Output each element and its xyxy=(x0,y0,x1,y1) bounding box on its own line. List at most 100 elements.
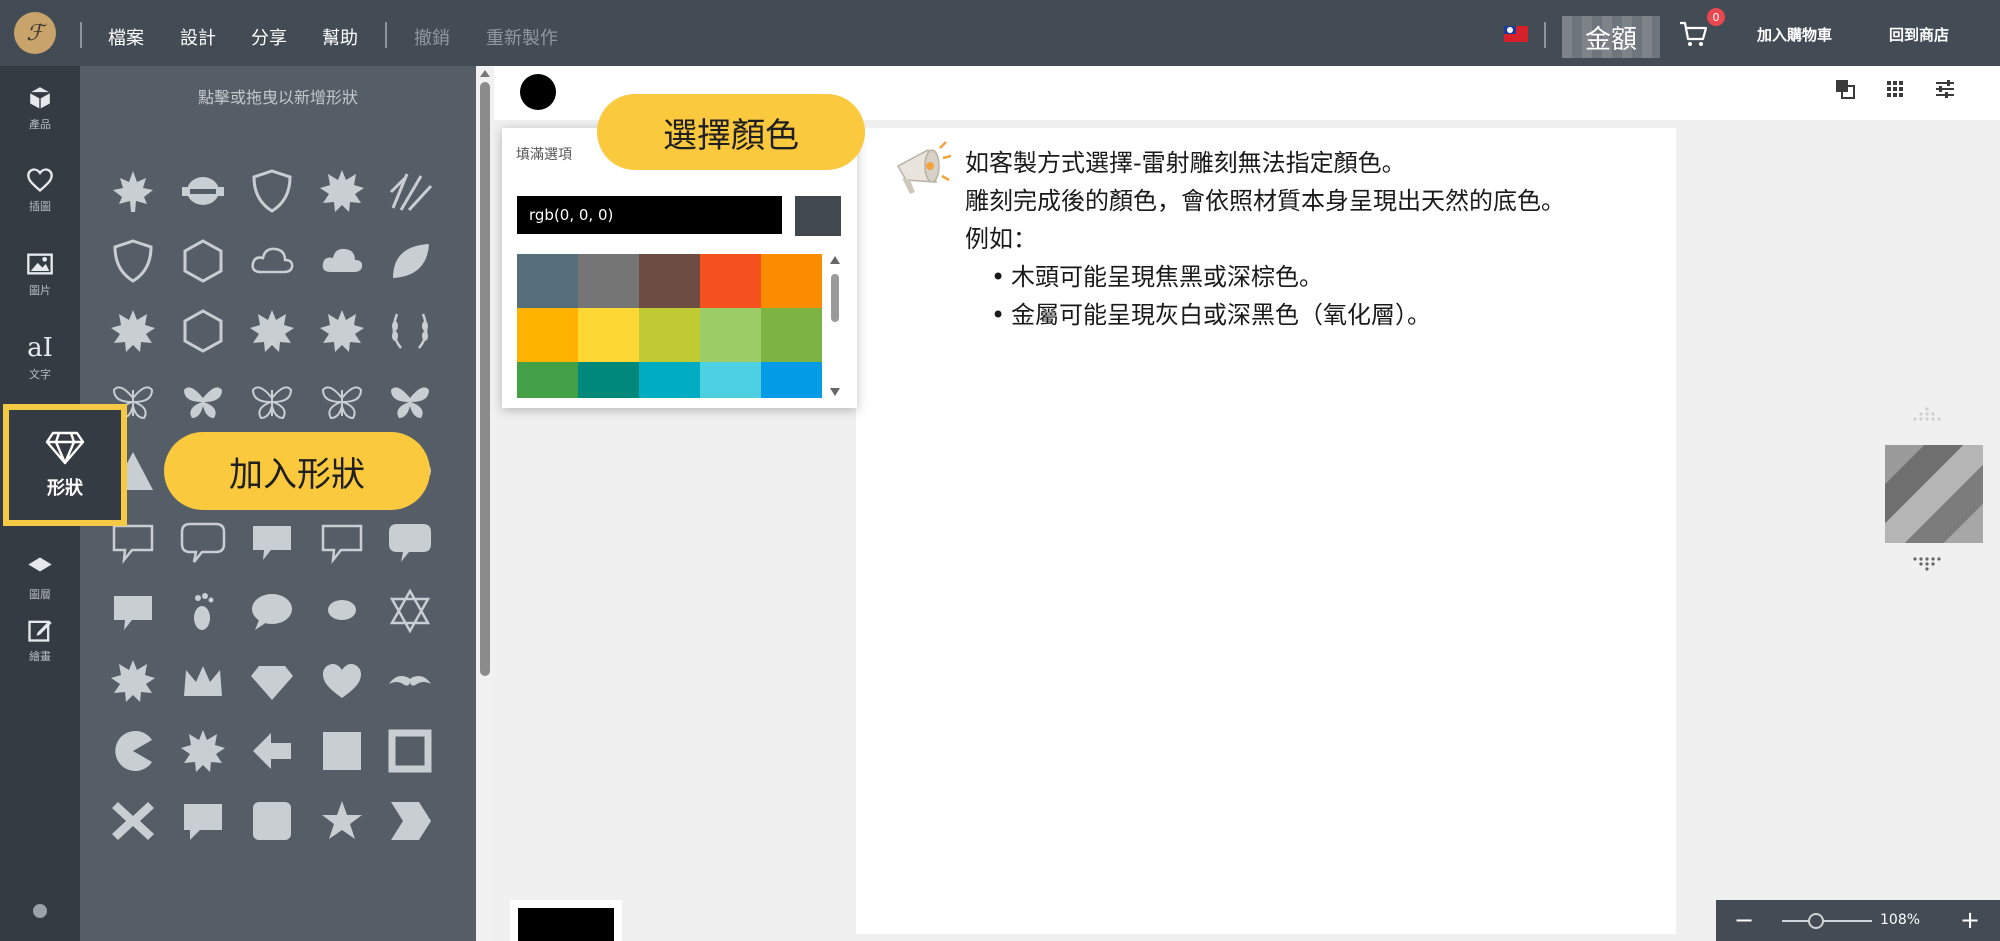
butterfly-side-icon[interactable] xyxy=(176,374,230,428)
grid-icon[interactable] xyxy=(1884,78,1906,100)
layers-icon xyxy=(28,557,52,572)
square-icon[interactable] xyxy=(315,724,369,778)
speech-rect-outline-icon[interactable] xyxy=(315,514,369,568)
maple-leaf-icon[interactable] xyxy=(106,164,160,218)
palette-swatch[interactable] xyxy=(578,362,639,398)
palette-swatch[interactable] xyxy=(517,308,578,362)
square-frame-icon[interactable] xyxy=(383,724,437,778)
rail-item-shapes-active[interactable]: 形狀 xyxy=(3,404,127,526)
fill-color-swatch[interactable] xyxy=(520,74,556,110)
panel-scrollbar[interactable] xyxy=(476,66,494,941)
drag-handle-icon[interactable] xyxy=(1909,556,1945,572)
palette-swatch[interactable] xyxy=(639,362,700,398)
menu-file[interactable]: 檔案 xyxy=(108,24,144,50)
rail-item-product[interactable]: 產品 xyxy=(0,70,80,146)
horse-shield-icon[interactable] xyxy=(106,234,160,288)
rail-item-illustration[interactable]: 插圖 xyxy=(0,152,80,228)
seal-icon[interactable] xyxy=(106,654,160,708)
zoom-in-button[interactable]: + xyxy=(1960,906,1980,934)
menu-help[interactable]: 幫助 xyxy=(322,24,358,50)
palette-swatch[interactable] xyxy=(761,308,822,362)
cloud-outline-icon[interactable] xyxy=(245,234,299,288)
drag-handle-icon[interactable] xyxy=(1909,406,1945,422)
undo-button[interactable]: 撤銷 xyxy=(414,24,450,50)
add-to-cart-button[interactable]: 加入購物車 xyxy=(1757,24,1832,45)
footprint-icon[interactable] xyxy=(176,584,230,638)
scrollbar-thumb[interactable] xyxy=(480,82,490,676)
scroll-up-icon[interactable] xyxy=(830,256,840,264)
gear-icon[interactable] xyxy=(315,304,369,358)
chat-small-icon[interactable] xyxy=(315,584,369,638)
speech-square-icon[interactable] xyxy=(106,584,160,638)
palette-swatch[interactable] xyxy=(700,254,761,308)
back-to-store-button[interactable]: 回到商店 xyxy=(1889,24,1949,45)
arrow-left-icon[interactable] xyxy=(245,724,299,778)
star-icon[interactable] xyxy=(315,794,369,848)
palette-swatch[interactable] xyxy=(761,254,822,308)
star-of-david-icon[interactable] xyxy=(383,584,437,638)
hexagon-ring-icon[interactable] xyxy=(176,234,230,288)
palette-swatch[interactable] xyxy=(761,362,822,398)
crown-icon[interactable] xyxy=(176,654,230,708)
diamond-gem-icon[interactable] xyxy=(245,654,299,708)
zoom-out-button[interactable]: − xyxy=(1734,906,1754,934)
menu-design[interactable]: 設計 xyxy=(180,24,216,50)
callout-icon[interactable] xyxy=(176,794,230,848)
panel-hint: 點擊或拖曳以新增形狀 xyxy=(197,88,358,107)
pacman-icon[interactable] xyxy=(106,724,160,778)
text-icon: aI xyxy=(27,333,53,363)
scroll-down-icon[interactable] xyxy=(830,388,840,396)
speech-filled-icon[interactable] xyxy=(383,514,437,568)
palette-swatch[interactable] xyxy=(578,308,639,362)
palette-swatch[interactable] xyxy=(639,308,700,362)
cross-icon[interactable] xyxy=(106,794,160,848)
adjust-sliders-icon[interactable] xyxy=(1934,78,1956,100)
rounded-square-icon[interactable] xyxy=(245,794,299,848)
speech-bubble-icon[interactable] xyxy=(245,514,299,568)
redo-button[interactable]: 重新製作 xyxy=(486,24,558,50)
badge-ribbon-icon[interactable] xyxy=(176,164,230,218)
sun-icon[interactable] xyxy=(315,164,369,218)
butterfly-icon[interactable] xyxy=(245,374,299,428)
cloud-icon[interactable] xyxy=(315,234,369,288)
palette-swatch[interactable] xyxy=(700,362,761,398)
palette-scrollbar[interactable] xyxy=(828,254,842,398)
zoom-slider-track[interactable] xyxy=(1782,920,1872,922)
rail-item-draw[interactable]: 繪畫 xyxy=(0,602,80,678)
selected-color-preview[interactable] xyxy=(518,908,614,941)
laurel-icon[interactable] xyxy=(383,304,437,358)
rail-item-text[interactable]: aI 文字 xyxy=(0,320,80,396)
speech-bubble-round-icon[interactable] xyxy=(176,514,230,568)
hearts-icon[interactable] xyxy=(315,654,369,708)
leaf-icon[interactable] xyxy=(383,234,437,288)
starburst-icon[interactable] xyxy=(245,304,299,358)
zoom-slider-knob[interactable] xyxy=(1808,913,1824,929)
custom-color-button[interactable] xyxy=(795,196,841,236)
chat-oval-icon[interactable] xyxy=(245,584,299,638)
shield-icon[interactable] xyxy=(245,164,299,218)
palette-swatch[interactable] xyxy=(517,254,578,308)
palette-swatch[interactable] xyxy=(517,362,578,398)
mustache-icon[interactable] xyxy=(383,654,437,708)
palette-swatch[interactable] xyxy=(700,308,761,362)
rail-item-image[interactable]: 圖片 xyxy=(0,236,80,312)
butterfly-wing-icon[interactable] xyxy=(383,374,437,428)
page-thumbnail[interactable] xyxy=(1885,445,1983,543)
brand-logo[interactable]: ℱ xyxy=(14,12,56,54)
butterfly-ornate-icon[interactable] xyxy=(315,374,369,428)
arrange-icon[interactable] xyxy=(1834,78,1856,100)
scroll-up-icon[interactable] xyxy=(480,70,490,77)
menu-share[interactable]: 分享 xyxy=(251,24,287,50)
palette-swatch[interactable] xyxy=(639,254,700,308)
palette-swatch[interactable] xyxy=(578,254,639,308)
sun-gear-icon[interactable] xyxy=(106,304,160,358)
rail-item-more[interactable] xyxy=(0,886,80,936)
hexagon-shutter-icon[interactable] xyxy=(176,304,230,358)
chevron-icon[interactable] xyxy=(383,794,437,848)
taiwan-flag-icon[interactable] xyxy=(1504,26,1528,42)
rgb-color-input[interactable]: rgb(0, 0, 0) xyxy=(517,196,782,234)
burst-lines-icon[interactable] xyxy=(383,164,437,218)
scrollbar-thumb[interactable] xyxy=(831,274,839,322)
cart-icon[interactable] xyxy=(1678,20,1710,48)
badge-star-icon[interactable] xyxy=(176,724,230,778)
